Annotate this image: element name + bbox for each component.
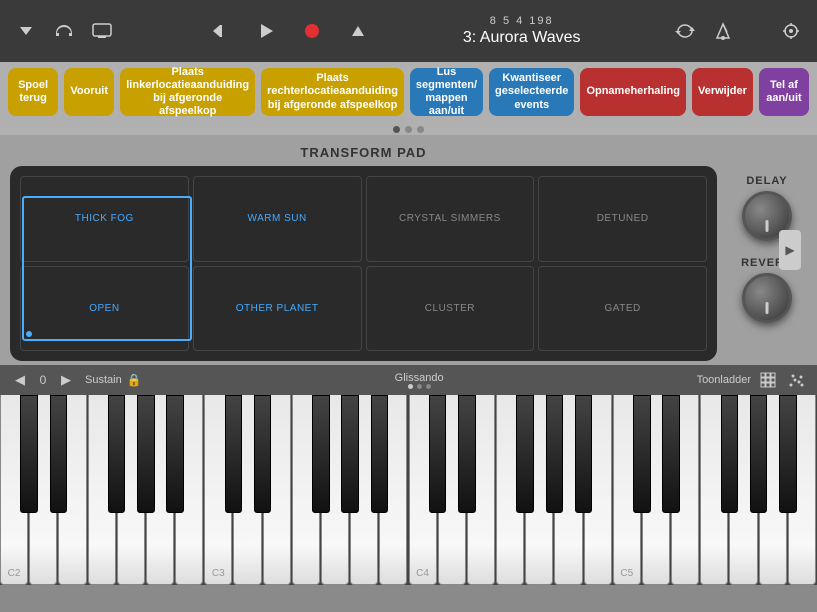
black-key[interactable] bbox=[254, 395, 272, 513]
glissando-label: Glissando bbox=[395, 372, 444, 384]
pad-cell-crystal-simmers[interactable]: CRYSTAL SIMMERS bbox=[366, 176, 535, 262]
place-left-button[interactable]: Plaats linkerlocatieaanduiding bij afger… bbox=[120, 68, 255, 116]
key-label: C4 bbox=[416, 568, 429, 579]
black-key[interactable] bbox=[750, 395, 768, 513]
top-bar: 8 5 4 198 3: Aurora Waves bbox=[0, 0, 817, 62]
top-bar-left bbox=[12, 17, 116, 45]
pad-cell-warm-sun[interactable]: WARM SUN bbox=[193, 176, 362, 262]
rewind-button[interactable] bbox=[206, 17, 234, 45]
glissando-dots bbox=[408, 384, 431, 389]
black-key[interactable] bbox=[341, 395, 359, 513]
pad-cell-cluster[interactable]: CLUSTER bbox=[366, 266, 535, 352]
black-key[interactable] bbox=[225, 395, 243, 513]
octave-number: 0 bbox=[35, 373, 51, 387]
gliss-dot-3[interactable] bbox=[426, 384, 431, 389]
black-key[interactable] bbox=[458, 395, 476, 513]
vooruit-button[interactable]: Vooruit bbox=[64, 68, 114, 116]
pad-detuned-label: DETUNED bbox=[597, 213, 649, 224]
black-key[interactable] bbox=[312, 395, 330, 513]
black-key[interactable] bbox=[137, 395, 155, 513]
toonladder-label: Toonladder bbox=[697, 374, 751, 386]
top-bar-right bbox=[671, 17, 805, 45]
keyboard-container: C2 C3 C4 C5 bbox=[0, 395, 817, 585]
screen-icon[interactable] bbox=[88, 17, 116, 45]
knobs-section: DELAY REVERB ▶ bbox=[727, 145, 807, 355]
black-key[interactable] bbox=[662, 395, 680, 513]
page-dot-1[interactable] bbox=[393, 126, 400, 133]
play-button[interactable] bbox=[252, 17, 280, 45]
octave-up-button[interactable]: ▶ bbox=[56, 370, 76, 390]
pad-other-planet-label: OTHER PLANET bbox=[236, 303, 319, 314]
headphones-icon[interactable] bbox=[50, 17, 78, 45]
pad-cell-thick-fog[interactable]: THICK FOG bbox=[20, 176, 189, 262]
key-label: C3 bbox=[212, 568, 225, 579]
black-key[interactable] bbox=[108, 395, 126, 513]
spoel-terug-button[interactable]: Spoel terug bbox=[8, 68, 58, 116]
piano-ctrl-center: Glissando bbox=[150, 372, 689, 389]
page-dot-2[interactable] bbox=[405, 126, 412, 133]
black-key[interactable] bbox=[779, 395, 797, 513]
page-dot-3[interactable] bbox=[417, 126, 424, 133]
black-key[interactable] bbox=[371, 395, 389, 513]
dropdown-icon[interactable] bbox=[12, 17, 40, 45]
reverb-knob[interactable] bbox=[742, 273, 792, 323]
pad-open-label: OPEN bbox=[89, 303, 119, 314]
piano-ctrl-left: ◀ 0 ▶ Sustain 🔒 bbox=[10, 370, 142, 390]
loop-icon[interactable] bbox=[671, 17, 699, 45]
record-button[interactable] bbox=[298, 17, 326, 45]
metronome-icon[interactable] bbox=[709, 17, 737, 45]
buttons-row: Spoel terug Vooruit Plaats linkerlocatie… bbox=[0, 62, 817, 122]
pad-cell-other-planet[interactable]: OTHER PLANET bbox=[193, 266, 362, 352]
black-key[interactable] bbox=[429, 395, 447, 513]
record-repeat-button[interactable]: Opnameherhaling bbox=[580, 68, 686, 116]
key-label: C5 bbox=[620, 568, 633, 579]
sustain-label: Sustain bbox=[85, 374, 122, 386]
piano-ctrl-right: Toonladder bbox=[697, 369, 807, 391]
gliss-dot-1[interactable] bbox=[408, 384, 413, 389]
pad-cell-open[interactable]: OPEN bbox=[20, 266, 189, 352]
transform-pad-title: TRANSFORM PAD bbox=[10, 145, 717, 160]
piano-grid-icon[interactable] bbox=[757, 369, 779, 391]
black-key[interactable] bbox=[20, 395, 38, 513]
key-label: C2 bbox=[8, 568, 21, 579]
black-key[interactable] bbox=[575, 395, 593, 513]
quantize-button[interactable]: Kwantiseer geselecteerde events bbox=[489, 68, 574, 116]
pad-gated-label: GATED bbox=[605, 303, 641, 314]
transform-pad[interactable]: THICK FOG WARM SUN CRYSTAL SIMMERS DETUN… bbox=[10, 166, 717, 361]
black-key[interactable] bbox=[166, 395, 184, 513]
pad-cell-detuned[interactable]: DETUNED bbox=[538, 176, 707, 262]
pad-cell-gated[interactable]: GATED bbox=[538, 266, 707, 352]
transform-section: TRANSFORM PAD THICK FOG WARM SUN CRYSTAL… bbox=[10, 145, 717, 355]
lock-icon: 🔒 bbox=[127, 373, 142, 387]
piano-controls: ◀ 0 ▶ Sustain 🔒 Glissando Toonladder bbox=[0, 365, 817, 395]
track-info: 8 5 4 198 3: Aurora Waves bbox=[463, 15, 581, 47]
settings-icon[interactable] bbox=[777, 17, 805, 45]
black-key[interactable] bbox=[516, 395, 534, 513]
expand-arrow-button[interactable]: ▶ bbox=[779, 230, 801, 270]
black-key[interactable] bbox=[721, 395, 739, 513]
delay-label: DELAY bbox=[746, 175, 787, 187]
pad-cluster-label: CLUSTER bbox=[425, 303, 475, 314]
up-button[interactable] bbox=[344, 17, 372, 45]
pad-crystal-label: CRYSTAL SIMMERS bbox=[399, 213, 501, 224]
gliss-dot-2[interactable] bbox=[417, 384, 422, 389]
octave-down-button[interactable]: ◀ bbox=[10, 370, 30, 390]
top-bar-controls bbox=[206, 17, 372, 45]
page-dots bbox=[0, 122, 817, 135]
track-title: 3: Aurora Waves bbox=[463, 29, 581, 47]
pad-warm-sun-label: WARM SUN bbox=[248, 213, 307, 224]
delete-button[interactable]: Verwijder bbox=[692, 68, 753, 116]
track-numbers: 8 5 4 198 bbox=[490, 15, 554, 27]
place-right-button[interactable]: Plaats rechterlocatieaanduiding bij afge… bbox=[261, 68, 404, 116]
loop-segments-button[interactable]: Lus segmenten/ mappen aan/uit bbox=[410, 68, 483, 116]
scatter-icon[interactable] bbox=[785, 369, 807, 391]
black-key[interactable] bbox=[633, 395, 651, 513]
black-key[interactable] bbox=[50, 395, 68, 513]
black-key[interactable] bbox=[546, 395, 564, 513]
piano-keyboard[interactable]: C2 C3 C4 C5 bbox=[0, 395, 817, 585]
main-area: TRANSFORM PAD THICK FOG WARM SUN CRYSTAL… bbox=[0, 135, 817, 365]
pad-thick-fog-label: THICK FOG bbox=[75, 213, 134, 224]
countdown-button[interactable]: Tel af aan/uit bbox=[759, 68, 809, 116]
